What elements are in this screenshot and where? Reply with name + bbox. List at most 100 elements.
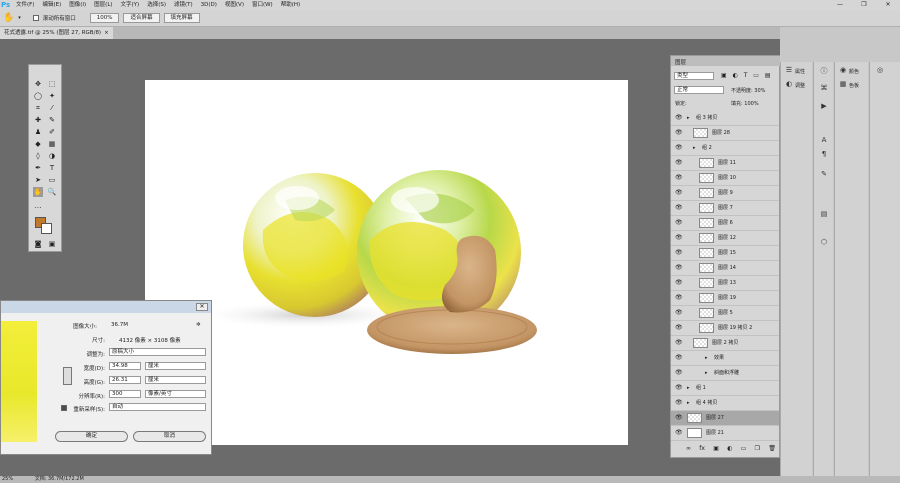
- history-icon[interactable]: ⌘: [818, 84, 830, 92]
- properties-icon[interactable]: ☰: [783, 66, 795, 74]
- rectangle-tool-icon[interactable]: ▭: [47, 175, 57, 185]
- color-icon[interactable]: ◉: [837, 66, 849, 74]
- color-label[interactable]: 颜色: [849, 68, 859, 75]
- character-icon[interactable]: A: [818, 136, 830, 144]
- layers-tab[interactable]: 图层: [671, 56, 781, 66]
- layer-filter-select[interactable]: 类型: [674, 72, 714, 80]
- quick-mask-icon[interactable]: ◙: [33, 239, 43, 249]
- adjustments-icon[interactable]: ◐: [783, 80, 795, 88]
- layer-filter-icons[interactable]: ▣ ◐ T ▭ ▤: [721, 72, 773, 79]
- fit-to-select[interactable]: 原稿大小: [109, 348, 206, 356]
- visibility-eye-icon[interactable]: 👁: [675, 280, 683, 286]
- brush-tool-icon[interactable]: ✎: [47, 115, 57, 125]
- height-input[interactable]: 26.31: [109, 376, 141, 384]
- layer-row[interactable]: 👁 图层 9: [671, 186, 779, 201]
- swatches-label[interactable]: 色板: [849, 82, 859, 89]
- path-selection-tool-icon[interactable]: ➤: [33, 175, 43, 185]
- menu-filter[interactable]: 滤镜(T): [170, 0, 197, 10]
- layer-row[interactable]: 👁 ▸ 斜面和浮雕: [671, 366, 779, 381]
- menu-type[interactable]: 文字(Y): [117, 0, 144, 10]
- lasso-tool-icon[interactable]: ◯: [33, 91, 43, 101]
- menu-window[interactable]: 窗口(W): [248, 0, 277, 10]
- menu-file[interactable]: 文件(F): [12, 0, 38, 10]
- adjustments-label[interactable]: 调整: [795, 82, 805, 89]
- visibility-eye-icon[interactable]: 👁: [675, 175, 683, 181]
- menu-edit[interactable]: 编辑(E): [38, 0, 65, 10]
- visibility-eye-icon[interactable]: 👁: [675, 415, 683, 421]
- visibility-eye-icon[interactable]: 👁: [675, 160, 683, 166]
- visibility-eye-icon[interactable]: 👁: [675, 250, 683, 256]
- visibility-eye-icon[interactable]: 👁: [675, 430, 683, 436]
- group-folder-icon[interactable]: ▸: [687, 381, 690, 395]
- paragraph-icon[interactable]: ¶: [818, 150, 830, 158]
- properties-label[interactable]: 属性: [795, 68, 805, 75]
- brush-presets-icon[interactable]: ✎: [818, 170, 830, 178]
- opacity-field[interactable]: 不透明度: 30%: [731, 87, 765, 94]
- menu-layer[interactable]: 图层(L): [90, 0, 116, 10]
- width-input[interactable]: 34.98: [109, 362, 141, 370]
- visibility-eye-icon[interactable]: 👁: [675, 205, 683, 211]
- history-brush-tool-icon[interactable]: ✐: [47, 127, 57, 137]
- adjustment-layer-icon[interactable]: ◐: [727, 445, 732, 452]
- magic-wand-tool-icon[interactable]: ✦: [47, 91, 57, 101]
- menu-image[interactable]: 图像(I): [65, 0, 90, 10]
- background-color-swatch[interactable]: [41, 223, 52, 234]
- menu-help[interactable]: 帮助(H): [277, 0, 304, 10]
- tool-preset-dropdown-icon[interactable]: ▾: [18, 15, 21, 21]
- layer-row[interactable]: 👁 图层 7: [671, 201, 779, 216]
- gradient-tool-icon[interactable]: ▦: [47, 139, 57, 149]
- visibility-eye-icon[interactable]: 👁: [675, 370, 683, 376]
- layer-row[interactable]: 👁 图层 21: [671, 426, 779, 441]
- gear-icon[interactable]: ✲: [196, 322, 201, 328]
- layer-row[interactable]: 👁 图层 28: [671, 126, 779, 141]
- pen-tool-icon[interactable]: ✒: [33, 163, 43, 173]
- layer-row[interactable]: 👁 图层 2 拷贝: [671, 336, 779, 351]
- healing-brush-tool-icon[interactable]: ✚: [33, 115, 43, 125]
- layer-row[interactable]: 👁 图层 15: [671, 246, 779, 261]
- group-folder-icon[interactable]: ▸: [705, 351, 708, 365]
- ok-button[interactable]: 确定: [55, 431, 128, 442]
- visibility-eye-icon[interactable]: 👁: [675, 220, 683, 226]
- dialog-close-button[interactable]: ✕: [196, 303, 208, 311]
- clone-stamp-tool-icon[interactable]: ♟: [33, 127, 43, 137]
- visibility-eye-icon[interactable]: 👁: [675, 400, 683, 406]
- delete-layer-icon[interactable]: 🗑: [768, 445, 776, 452]
- visibility-eye-icon[interactable]: 👁: [675, 190, 683, 196]
- width-unit-select[interactable]: 厘米: [145, 362, 206, 370]
- new-group-icon[interactable]: ▭: [741, 445, 747, 452]
- blend-mode-select[interactable]: 正常: [674, 86, 724, 94]
- layer-row[interactable]: 👁 图层 5: [671, 306, 779, 321]
- layer-row[interactable]: 👁 图层 19: [671, 291, 779, 306]
- type-tool-icon[interactable]: T: [47, 163, 57, 173]
- layer-row[interactable]: 👁 图层 11: [671, 156, 779, 171]
- zoom-100-button[interactable]: 100%: [89, 13, 120, 23]
- visibility-eye-icon[interactable]: 👁: [675, 295, 683, 301]
- layer-row[interactable]: 👁 图层 19 拷贝 2: [671, 321, 779, 336]
- add-style-icon[interactable]: fx: [699, 445, 705, 452]
- document-tab-close-button[interactable]: ×: [104, 27, 109, 39]
- menu-3d[interactable]: 3D(D): [197, 0, 221, 10]
- visibility-eye-icon[interactable]: 👁: [675, 265, 683, 271]
- layer-row[interactable]: 👁 ▸ 组 3 拷贝: [671, 111, 779, 126]
- link-layers-icon[interactable]: ∞: [686, 445, 691, 452]
- layer-row[interactable]: 👁 图层 27: [671, 411, 779, 426]
- layer-row[interactable]: 👁 图层 12: [671, 231, 779, 246]
- layer-row[interactable]: 👁 图层 14: [671, 261, 779, 276]
- actions-icon[interactable]: ▶: [818, 102, 830, 110]
- menu-view[interactable]: 视图(V): [221, 0, 248, 10]
- scroll-all-checkbox[interactable]: [32, 15, 39, 21]
- info-icon[interactable]: ⓘ: [818, 66, 830, 76]
- visibility-eye-icon[interactable]: 👁: [675, 355, 683, 361]
- visibility-eye-icon[interactable]: 👁: [675, 340, 683, 346]
- zoom-tool-icon[interactable]: 🔍: [47, 187, 57, 197]
- group-folder-icon[interactable]: ▸: [687, 111, 690, 125]
- visibility-eye-icon[interactable]: 👁: [675, 310, 683, 316]
- layer-comps-icon[interactable]: ▤: [818, 210, 830, 218]
- new-layer-icon[interactable]: ❒: [755, 445, 760, 452]
- visibility-eye-icon[interactable]: 👁: [675, 325, 683, 331]
- menu-select[interactable]: 选择(S): [143, 0, 170, 10]
- group-folder-icon[interactable]: ▸: [687, 396, 690, 410]
- document-tab[interactable]: 花式透露.tif @ 25% (图层 27, RGB/8) ×: [0, 27, 113, 39]
- styles-icon[interactable]: ◎: [874, 66, 886, 74]
- layer-row[interactable]: 👁 ▸ 组 2: [671, 141, 779, 156]
